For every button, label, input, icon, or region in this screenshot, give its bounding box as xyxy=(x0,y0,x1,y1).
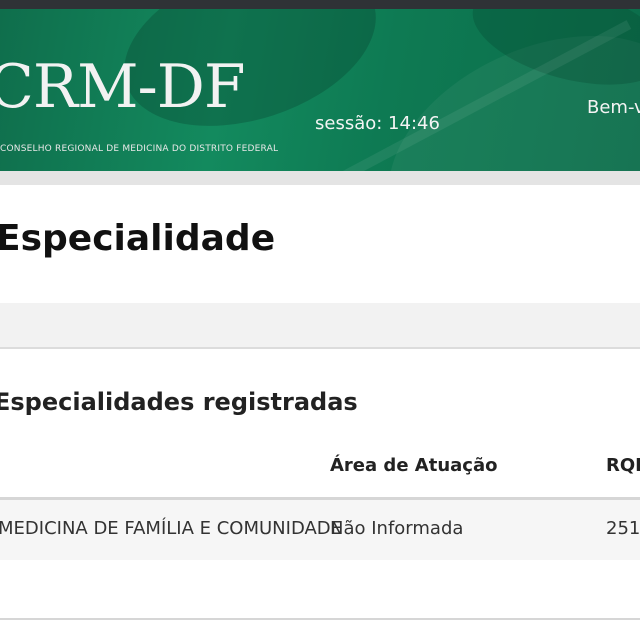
header-divider xyxy=(0,171,640,185)
cell-especialidade: MEDICINA DE FAMÍLIA E COMUNIDADE xyxy=(0,518,343,539)
column-header-area: Área de Atuação xyxy=(330,455,498,476)
page-title: Especialidade xyxy=(0,218,276,259)
crm-df-logo[interactable]: CRM-DF xyxy=(0,57,246,117)
cell-area: Não Informada xyxy=(330,518,464,539)
welcome-user-menu[interactable]: Bem-vindo xyxy=(587,97,640,118)
footer-strip xyxy=(0,620,640,640)
session-timer: sessão: 14:46 xyxy=(315,113,440,134)
site-header-banner: CRM-DF CONSELHO REGIONAL DE MEDICINA DO … xyxy=(0,9,640,171)
window-top-strip xyxy=(0,0,640,9)
cell-rqe: 251 xyxy=(606,518,640,539)
section-title: Especialidades registradas xyxy=(0,388,358,416)
column-header-rqe: RQE xyxy=(606,455,640,476)
logo-subtitle: CONSELHO REGIONAL DE MEDICINA DO DISTRIT… xyxy=(0,144,279,154)
